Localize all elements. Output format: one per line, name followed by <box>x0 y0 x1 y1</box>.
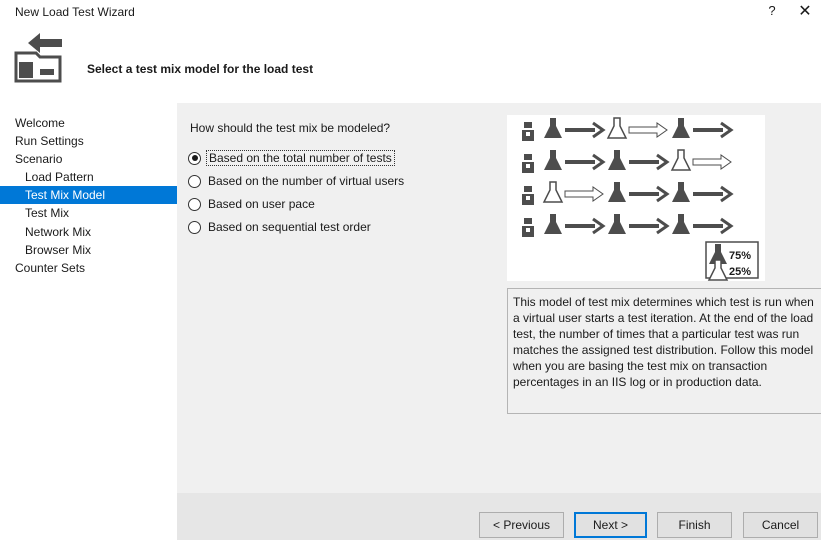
nav-item-network-mix[interactable]: Network Mix <box>0 223 177 241</box>
legend-light-percent: 25% <box>729 266 751 278</box>
nav-item-label: Counter Sets <box>15 260 86 275</box>
cancel-button[interactable]: Cancel <box>743 512 818 538</box>
previous-button[interactable]: < Previous <box>479 512 564 538</box>
nav-item-label: Test Mix <box>25 206 70 221</box>
nav-item-counter-sets[interactable]: Counter Sets <box>0 259 177 277</box>
nav-item-scenario[interactable]: Scenario <box>0 150 177 168</box>
nav-item-test-mix-model[interactable]: Test Mix Model <box>0 186 177 205</box>
option-sequential-order[interactable]: Based on sequential test order <box>188 218 373 236</box>
option-label[interactable]: Based on sequential test order <box>206 220 373 234</box>
nav-item-run-settings[interactable]: Run Settings <box>0 132 177 150</box>
window-title: New Load Test Wizard <box>15 5 135 19</box>
nav-item-label: Network Mix <box>25 224 92 239</box>
nav-item-label: Browser Mix <box>25 242 92 257</box>
nav-item-label: Load Pattern <box>25 170 94 185</box>
help-button[interactable]: ? <box>764 3 780 21</box>
finish-button[interactable]: Finish <box>657 512 732 538</box>
title-bar: New Load Test Wizard ? ✕ <box>0 0 821 26</box>
option-label[interactable]: Based on the total number of tests <box>206 150 395 166</box>
legend-dark-percent: 75% <box>729 250 751 262</box>
option-virtual-users[interactable]: Based on the number of virtual users <box>188 172 406 190</box>
option-label[interactable]: Based on user pace <box>206 197 317 211</box>
nav-item-label: Welcome <box>15 116 65 130</box>
radio-virtual-users[interactable] <box>188 174 201 188</box>
test-mix-illustration: 75% 25% <box>507 115 765 281</box>
wizard-nav: Welcome Run Settings Scenario Load Patte… <box>0 114 177 277</box>
content-panel: How should the test mix be modeled? Base… <box>177 103 821 540</box>
close-button[interactable]: ✕ <box>796 2 814 22</box>
nav-item-load-pattern[interactable]: Load Pattern <box>0 168 177 186</box>
model-description: This model of test mix determines which … <box>507 288 821 414</box>
option-label[interactable]: Based on the number of virtual users <box>206 174 406 188</box>
option-total-tests[interactable]: Based on the total number of tests <box>188 149 395 167</box>
next-button[interactable]: Next > <box>574 512 647 538</box>
nav-item-label: Test Mix Model <box>25 188 106 203</box>
page-title: Select a test mix model for the load tes… <box>87 62 314 76</box>
wizard-folder-arrow-icon <box>14 33 62 83</box>
button-bar: < Previous Next > Finish Cancel <box>177 493 821 540</box>
mix-model-question: How should the test mix be modeled? <box>190 121 391 135</box>
radio-total-tests[interactable] <box>188 151 201 165</box>
nav-item-browser-mix[interactable]: Browser Mix <box>0 241 177 259</box>
nav-item-welcome[interactable]: Welcome <box>0 114 177 132</box>
nav-item-label: Scenario <box>15 152 63 167</box>
radio-user-pace[interactable] <box>188 197 201 211</box>
nav-item-label: Run Settings <box>15 134 84 149</box>
nav-item-test-mix[interactable]: Test Mix <box>0 204 177 222</box>
option-user-pace[interactable]: Based on user pace <box>188 195 317 213</box>
radio-sequential-order[interactable] <box>188 220 201 234</box>
